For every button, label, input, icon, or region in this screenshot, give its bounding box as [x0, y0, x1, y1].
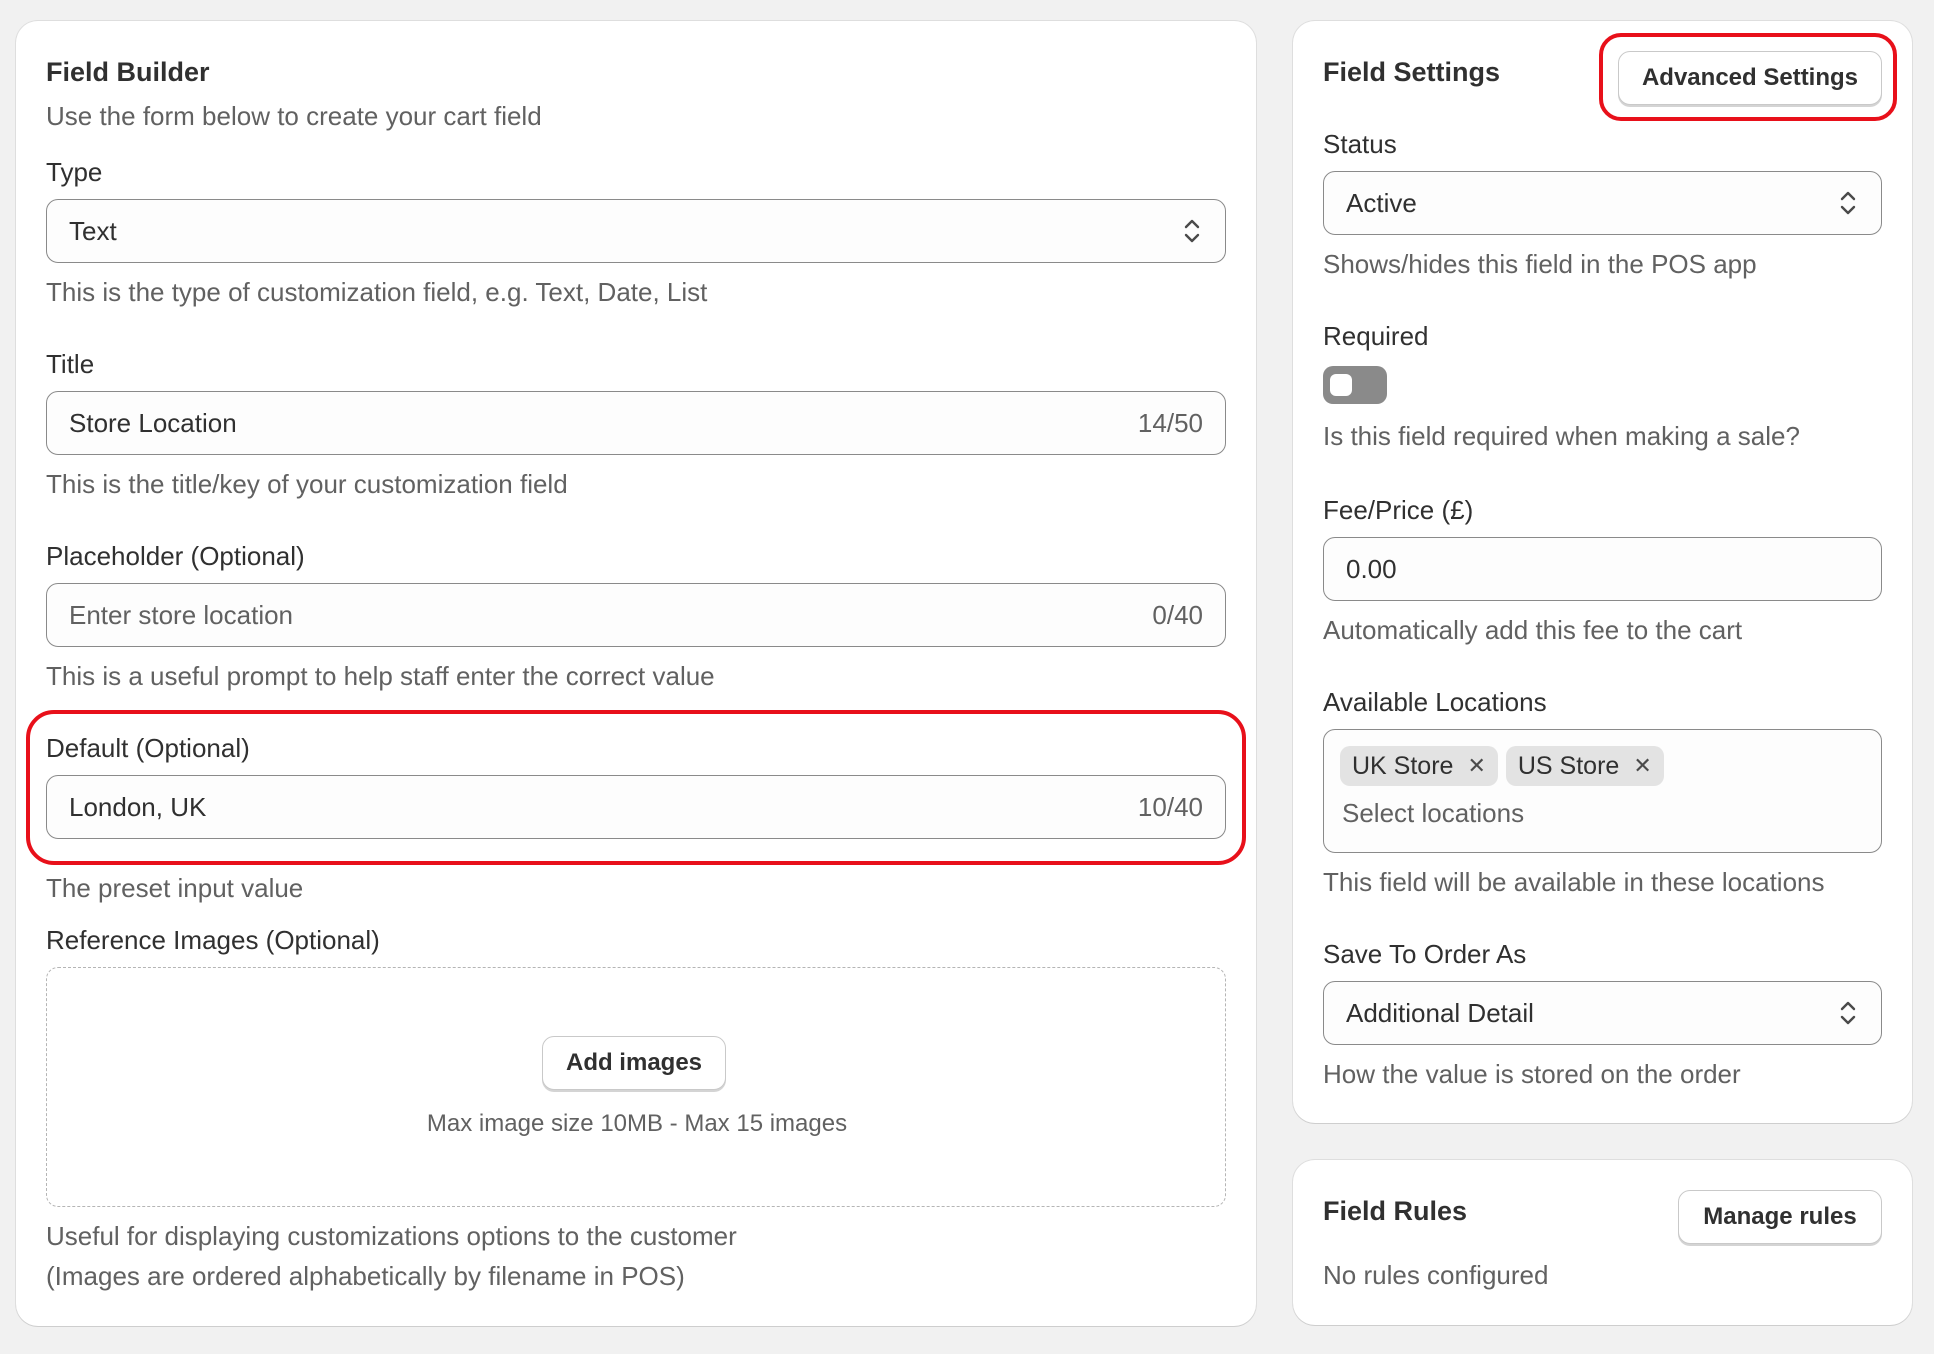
locations-help: This field will be available in these lo… [1323, 867, 1825, 897]
fee-help: Automatically add this fee to the cart [1323, 615, 1743, 645]
advanced-settings-button[interactable]: Advanced Settings [1618, 51, 1882, 105]
default-input[interactable]: London, UK 10/40 [46, 775, 1226, 839]
field-rules-card: Field Rules Manage rules No rules config… [1293, 1160, 1912, 1325]
locations-multiselect[interactable]: UK Store ✕ US Store ✕ Select locations [1323, 729, 1882, 853]
reference-images-label: Reference Images (Optional) [46, 925, 380, 955]
select-chevron-icon [1837, 998, 1859, 1028]
images-help-line1: Useful for displaying customizations opt… [46, 1221, 737, 1251]
default-help: The preset input value [46, 873, 304, 903]
location-tag-label: US Store [1517, 751, 1620, 780]
title-char-counter: 14/50 [1137, 407, 1203, 438]
location-tag: US Store ✕ [1505, 746, 1664, 786]
save-as-label: Save To Order As [1323, 939, 1527, 969]
image-dropzone[interactable]: Add images Max image size 10MB - Max 15 … [46, 967, 1226, 1207]
save-as-select[interactable]: Additional Detail [1323, 981, 1882, 1045]
status-select[interactable]: Active [1323, 171, 1882, 235]
title-input-value: Store Location [69, 407, 237, 438]
required-help: Is this field required when making a sal… [1323, 421, 1800, 451]
status-label: Status [1323, 129, 1397, 159]
default-input-value: London, UK [69, 791, 207, 822]
locations-placeholder: Select locations [1342, 798, 1525, 828]
field-settings-card: Field Settings Advanced Settings Status … [1293, 21, 1912, 1123]
locations-label: Available Locations [1323, 687, 1547, 717]
status-select-value: Active [1346, 187, 1417, 218]
default-label: Default (Optional) [46, 733, 250, 763]
type-select[interactable]: Text [46, 199, 1226, 263]
toggle-knob [1330, 374, 1352, 396]
save-as-select-value: Additional Detail [1346, 997, 1534, 1028]
fee-input-value: 0.00 [1346, 553, 1397, 584]
field-builder-title: Field Builder [46, 57, 210, 87]
placeholder-help: This is a useful prompt to help staff en… [46, 661, 715, 691]
location-tag-label: UK Store [1352, 751, 1454, 780]
select-chevron-icon [1837, 188, 1859, 218]
required-label: Required [1323, 321, 1429, 351]
manage-rules-button[interactable]: Manage rules [1678, 1190, 1882, 1244]
placeholder-input[interactable]: Enter store location 0/40 [46, 583, 1226, 647]
placeholder-label: Placeholder (Optional) [46, 541, 305, 571]
fee-input[interactable]: 0.00 [1323, 537, 1882, 601]
title-label: Title [46, 349, 95, 379]
select-chevron-icon [1181, 216, 1203, 246]
status-help: Shows/hides this field in the POS app [1323, 249, 1757, 279]
fee-label: Fee/Price (£) [1323, 495, 1474, 525]
field-builder-subtitle: Use the form below to create your cart f… [46, 101, 542, 131]
add-images-button[interactable]: Add images [542, 1036, 726, 1090]
type-help: This is the type of customization field,… [46, 277, 708, 307]
type-label: Type [46, 157, 103, 187]
location-tag: UK Store ✕ [1340, 746, 1498, 786]
title-input[interactable]: Store Location 14/50 [46, 391, 1226, 455]
default-char-counter: 10/40 [1137, 791, 1203, 822]
remove-tag-icon[interactable]: ✕ [1467, 753, 1485, 779]
images-help-line2: (Images are ordered alphabetically by fi… [46, 1261, 685, 1291]
save-as-help: How the value is stored on the order [1323, 1059, 1741, 1089]
type-select-value: Text [69, 215, 117, 246]
image-limits: Max image size 10MB - Max 15 images [426, 1110, 848, 1137]
remove-tag-icon[interactable]: ✕ [1633, 753, 1651, 779]
placeholder-char-counter: 0/40 [1152, 599, 1203, 630]
field-settings-title: Field Settings [1323, 57, 1501, 87]
placeholder-input-hint: Enter store location [69, 599, 294, 630]
no-rules-text: No rules configured [1323, 1260, 1549, 1290]
title-help: This is the title/key of your customizat… [46, 469, 568, 499]
field-rules-title: Field Rules [1323, 1196, 1468, 1226]
required-toggle[interactable] [1323, 366, 1387, 404]
field-builder-card: Field Builder Use the form below to crea… [16, 21, 1256, 1326]
